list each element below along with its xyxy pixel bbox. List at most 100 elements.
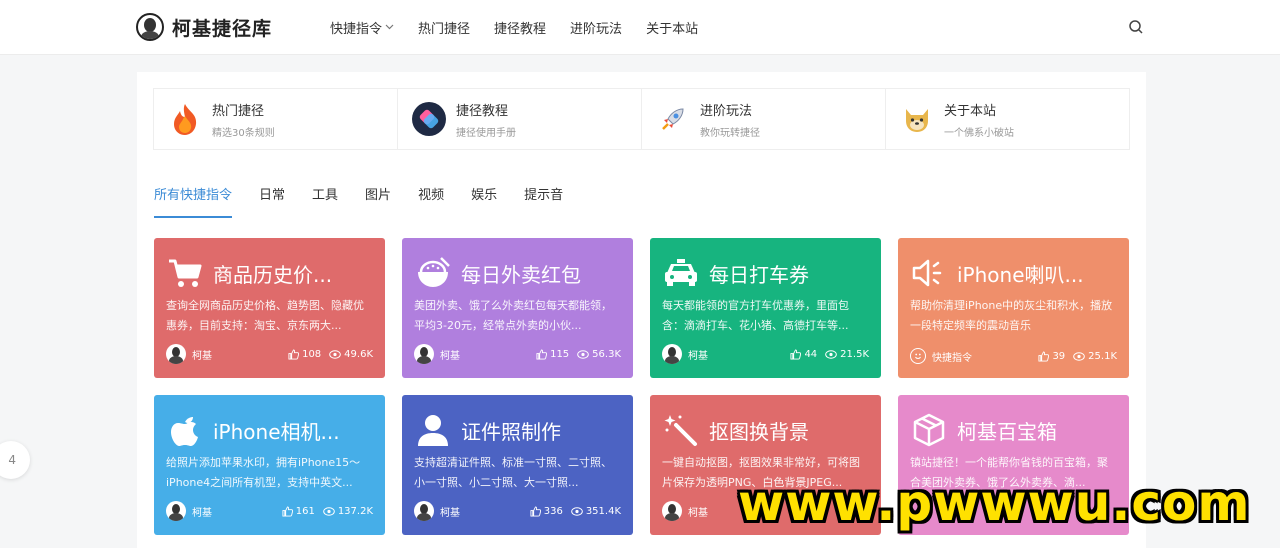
tab-entertainment[interactable]: 娱乐 — [471, 184, 497, 218]
card-description: 支持超清证件照、标准一寸照、二寸照、小一寸照、小二寸照、大一寸照... — [414, 456, 612, 489]
tab-daily[interactable]: 日常 — [259, 184, 285, 218]
quick-link-advanced[interactable]: 进阶玩法 教你玩转捷径 — [642, 89, 886, 149]
card-author: 柯基 — [192, 350, 212, 362]
quick-link-title: 捷径教程 — [456, 103, 509, 119]
speaker-icon — [911, 256, 947, 290]
nav-label: 热门捷径 — [418, 22, 471, 37]
nav-item-advanced[interactable]: 进阶玩法 — [570, 18, 622, 37]
avatar — [414, 344, 434, 364]
nav-label: 进阶玩法 — [570, 22, 623, 37]
tab-sounds[interactable]: 提示音 — [524, 184, 563, 218]
view-count: 56.3K — [592, 348, 621, 360]
nav-label: 捷径教程 — [494, 22, 547, 37]
shortcut-card[interactable]: 每日外卖红包 美团外卖、饿了么外卖红包每天都能领，平均3-20元，经常点外卖的小… — [402, 238, 633, 378]
nav-label: 关于本站 — [646, 22, 699, 37]
search-icon[interactable] — [1128, 19, 1144, 35]
thumbs-up-icon — [288, 348, 300, 360]
tab-tools[interactable]: 工具 — [312, 184, 338, 218]
card-description: 每天都能领的官方打车优惠券，里面包含：滴滴打车、花小猪、高德打车等... — [662, 299, 849, 332]
eye-icon — [329, 349, 341, 359]
quick-link-subtitle: 教你玩转捷径 — [700, 127, 760, 139]
thumbs-up-icon — [536, 348, 548, 360]
card-author: 柯基 — [440, 507, 460, 519]
view-count: 21.5K — [840, 348, 869, 360]
card-title: 每日打车券 — [709, 262, 809, 287]
view-count: 49.6K — [344, 348, 373, 360]
tab-images[interactable]: 图片 — [365, 184, 391, 218]
shortcut-card[interactable]: 商品历史价... 查询全网商品历史价格、趋势图、隐藏优惠券，目前支持：淘宝、京东… — [154, 238, 385, 378]
page-indicator[interactable]: 4 — [0, 441, 30, 479]
like-count: 336 — [543, 505, 563, 517]
person-icon — [415, 413, 451, 447]
shortcut-card[interactable]: iPhone相机... 给照片添加苹果水印，拥有iPhone15～iPhone4… — [154, 395, 385, 535]
card-title: iPhone相机... — [213, 419, 340, 444]
card-description: 给照片添加苹果水印，拥有iPhone15～iPhone4之间所有机型，支持中英文… — [166, 456, 361, 489]
nav-item-hot[interactable]: 热门捷径 — [418, 18, 470, 37]
site-logo[interactable]: 柯基捷径库 — [136, 13, 272, 41]
apple-icon — [167, 413, 203, 447]
eye-icon — [1073, 351, 1085, 361]
eye-icon — [577, 349, 589, 359]
shortcut-card[interactable]: iPhone喇叭... 帮助你清理iPhone中的灰尘和积水，播放一段特定频率的… — [898, 238, 1129, 378]
view-count: 351.4K — [585, 505, 621, 517]
tab-all[interactable]: 所有快捷指令 — [154, 184, 233, 218]
watermark: www.pwwwu.com — [738, 474, 1251, 532]
magic-wand-icon — [663, 413, 699, 447]
top-navigation-bar: 柯基捷径库 快捷指令 热门捷径 捷径教程 进阶玩法 关于本站 — [0, 0, 1280, 55]
shortcut-card[interactable]: 每日打车券 每天都能领的官方打车优惠券，里面包含：滴滴打车、花小猪、高德打车等.… — [650, 238, 881, 378]
bowl-icon — [415, 256, 451, 290]
tab-video[interactable]: 视频 — [418, 184, 444, 218]
main-nav: 快捷指令 热门捷径 捷径教程 进阶玩法 关于本站 — [330, 18, 698, 37]
like-count: 115 — [550, 348, 570, 360]
card-author: 柯基 — [688, 507, 708, 519]
quick-links: 热门捷径 精选30条规则 捷径教程 捷径使用手册 进阶玩法 教你玩转捷径 关于本… — [153, 88, 1130, 150]
nav-item-tutorial[interactable]: 捷径教程 — [494, 18, 546, 37]
nav-item-shortcuts[interactable]: 快捷指令 — [330, 18, 394, 37]
card-author: 柯基 — [192, 507, 212, 519]
quick-link-title: 关于本站 — [944, 103, 997, 119]
doge-icon — [900, 102, 934, 136]
taxi-icon — [663, 256, 699, 290]
eye-icon — [323, 506, 335, 516]
card-description: 查询全网商品历史价格、趋势图、隐藏优惠券，目前支持：淘宝、京东两大... — [166, 299, 364, 332]
shortcut-card[interactable]: 证件照制作 支持超清证件照、标准一寸照、二寸照、小一寸照、小二寸照、大一寸照..… — [402, 395, 633, 535]
avatar — [166, 344, 186, 364]
thumbs-up-icon — [530, 505, 541, 517]
quick-link-about[interactable]: 关于本站 一个佛系小破站 — [886, 89, 1129, 149]
eye-icon — [825, 349, 837, 359]
card-author: 柯基 — [440, 350, 460, 362]
rocket-icon — [656, 102, 690, 136]
card-author: 快捷指令 — [932, 352, 972, 364]
shortcuts-app-icon — [412, 102, 446, 136]
card-title: 柯基百宝箱 — [957, 419, 1057, 444]
like-count: 39 — [1052, 350, 1066, 362]
avatar — [662, 344, 682, 364]
card-author: 柯基 — [688, 350, 708, 362]
quick-link-subtitle: 精选30条规则 — [212, 127, 275, 139]
avatar — [166, 501, 186, 521]
quick-link-subtitle: 一个佛系小破站 — [944, 127, 1014, 139]
card-title: 证件照制作 — [461, 419, 561, 444]
thumbs-up-icon — [790, 348, 802, 360]
eye-icon — [571, 506, 583, 516]
quick-link-tutorial[interactable]: 捷径教程 捷径使用手册 — [398, 89, 642, 149]
card-title: 每日外卖红包 — [461, 262, 581, 287]
view-count: 137.2K — [337, 505, 373, 517]
like-count: 108 — [302, 348, 322, 360]
quick-link-title: 热门捷径 — [212, 103, 265, 119]
card-title: 抠图换背景 — [709, 419, 809, 444]
card-description: 美团外卖、饿了么外卖红包每天都能领，平均3-20元，经常点外卖的小伙... — [414, 299, 612, 332]
corgi-avatar-icon — [136, 13, 164, 41]
like-count: 44 — [804, 348, 818, 360]
chevron-down-icon — [385, 23, 394, 33]
like-count: 161 — [295, 505, 315, 517]
card-description: 帮助你清理iPhone中的灰尘和积水，播放一段特定频率的震动音乐 — [910, 299, 1113, 332]
site-title: 柯基捷径库 — [172, 17, 273, 40]
quick-link-hot[interactable]: 热门捷径 精选30条规则 — [154, 89, 398, 149]
smile-icon — [910, 348, 926, 364]
fire-icon — [168, 102, 202, 136]
quick-link-subtitle: 捷径使用手册 — [456, 127, 516, 139]
nav-item-about[interactable]: 关于本站 — [646, 18, 698, 37]
view-count: 25.1K — [1088, 350, 1117, 362]
card-title: iPhone喇叭... — [957, 262, 1084, 287]
